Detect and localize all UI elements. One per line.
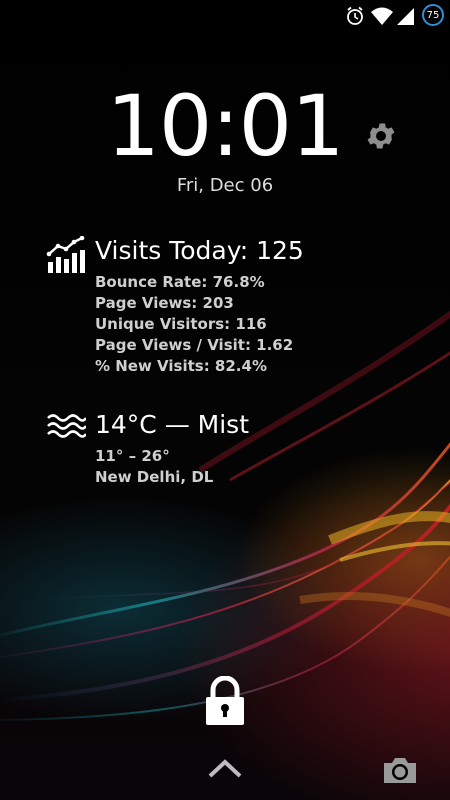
weather-details: 11° – 26° New Delhi, DL bbox=[95, 446, 213, 488]
stat-page-views-per-visit: Page Views / Visit: 1.62 bbox=[95, 336, 294, 354]
wifi-icon bbox=[371, 7, 393, 25]
weather-location: New Delhi, DL bbox=[95, 468, 214, 486]
stat-unique-visitors: Unique Visitors: 116 bbox=[95, 315, 267, 333]
analytics-chart-icon bbox=[46, 236, 85, 273]
status-bar: 75 bbox=[0, 0, 450, 34]
stat-bounce-rate: Bounce Rate: 76.8% bbox=[95, 273, 265, 291]
weather-temp-range: 11° – 26° bbox=[95, 447, 170, 465]
camera-icon[interactable] bbox=[382, 755, 418, 785]
analytics-title: Visits Today: 125 bbox=[95, 236, 304, 265]
mist-icon bbox=[47, 414, 86, 438]
clock-date: Fri, Dec 06 bbox=[176, 175, 274, 196]
battery-indicator: 75 bbox=[422, 4, 444, 26]
alarm-icon bbox=[347, 6, 363, 25]
battery-level: 75 bbox=[426, 9, 440, 21]
analytics-stats: Bounce Rate: 76.8% Page Views: 203 Uniqu… bbox=[95, 272, 293, 377]
gear-icon[interactable] bbox=[364, 119, 398, 153]
lock-icon[interactable] bbox=[204, 676, 246, 726]
cell-signal-icon bbox=[397, 8, 414, 25]
stat-new-visits: % New Visits: 82.4% bbox=[95, 357, 267, 375]
stat-page-views: Page Views: 203 bbox=[95, 294, 234, 312]
weather-title: 14°C — Mist bbox=[95, 410, 250, 439]
chevron-up-icon[interactable] bbox=[207, 757, 243, 779]
